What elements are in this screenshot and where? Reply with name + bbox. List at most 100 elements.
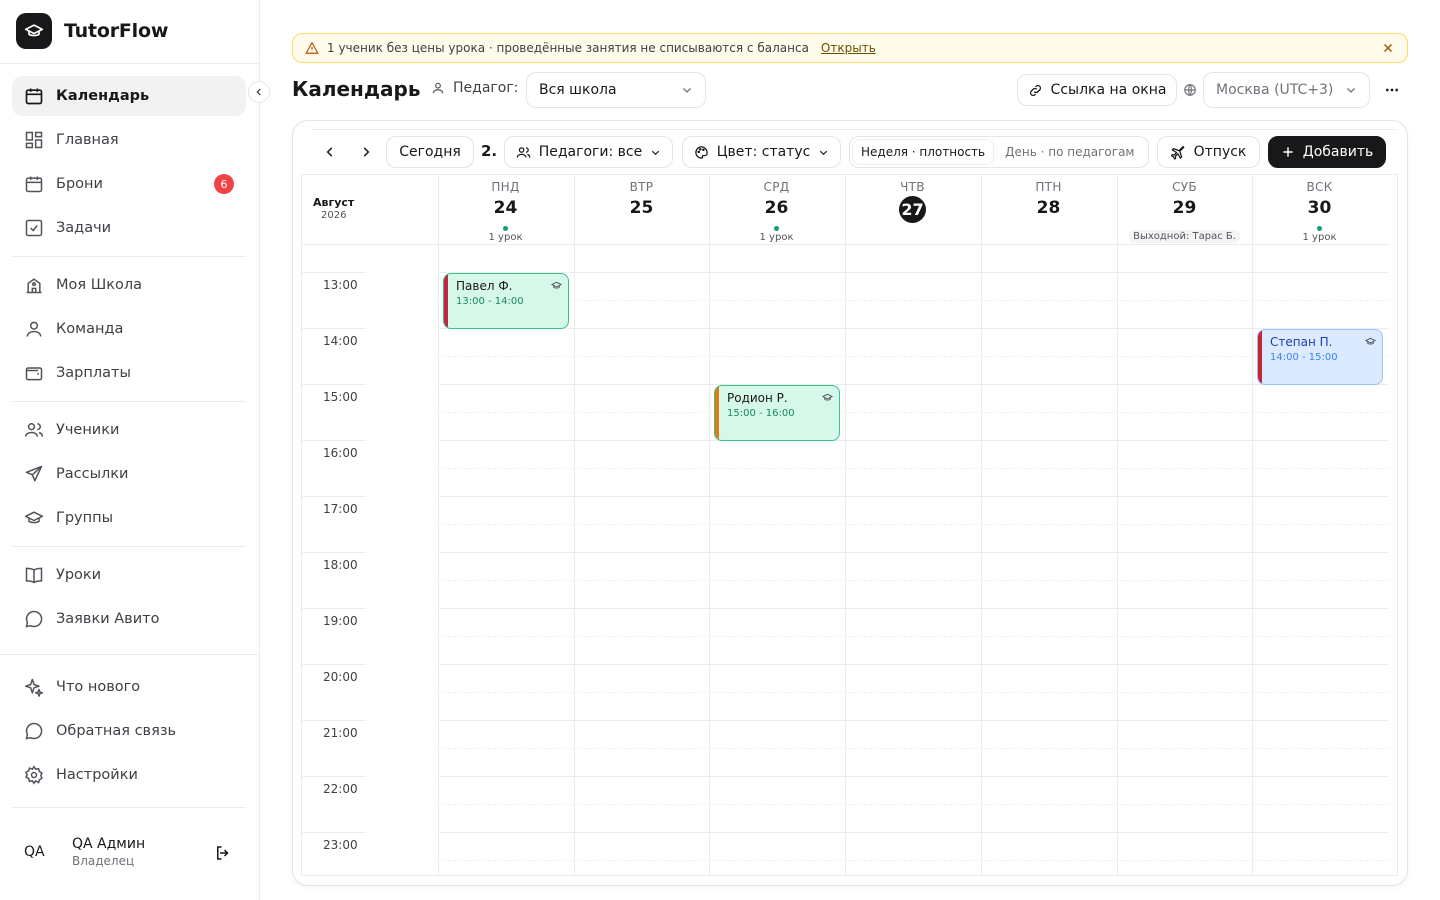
- avatar: QA: [24, 844, 45, 860]
- hour-label: 17:00: [323, 502, 358, 516]
- lesson-event[interactable]: Степан П. 14:00 - 15:00: [1257, 329, 1383, 385]
- vacation-button[interactable]: Отпуск: [1157, 136, 1260, 168]
- today-button[interactable]: Сегодня: [386, 136, 474, 168]
- user-name: QA Админ: [72, 836, 146, 852]
- logout-icon[interactable]: [214, 844, 232, 862]
- day-number-wrap: 24: [438, 196, 573, 224]
- day-header[interactable]: СРД 26 1 урок: [709, 174, 844, 243]
- view-day-by-teacher[interactable]: День · по педагогам: [997, 140, 1142, 164]
- month-label: Август: [313, 196, 355, 209]
- color-filter-label: Цвет: статус: [716, 144, 811, 160]
- sidebar-item-groups[interactable]: Группы: [12, 498, 246, 538]
- grid-line: [301, 328, 366, 329]
- lessons-count: 1 урок: [759, 232, 794, 243]
- hour-label: 19:00: [323, 614, 358, 628]
- warning-icon: [305, 41, 319, 54]
- sidebar-item-mailings[interactable]: Рассылки: [12, 454, 246, 494]
- vacation-label: Отпуск: [1193, 144, 1247, 160]
- grid-half-line: [438, 748, 1388, 749]
- teachers-filter-button[interactable]: Педагоги: все: [504, 136, 673, 168]
- day-header[interactable]: СУБ 29 Выходной: Тарас Б.: [1117, 174, 1252, 243]
- grid-line: [438, 328, 1388, 329]
- grid-half-line: [438, 860, 1388, 861]
- grid-line: [301, 496, 366, 497]
- sidebar-item-students[interactable]: Ученики: [12, 410, 246, 450]
- day-header[interactable]: ПНД 24 1 урок: [438, 174, 573, 243]
- add-button[interactable]: Добавить: [1268, 136, 1386, 168]
- day-number: 30: [1307, 198, 1332, 218]
- collapse-sidebar-button[interactable]: [248, 81, 270, 103]
- grid-line: [1252, 174, 1253, 876]
- day-header[interactable]: ВСК 30 1 урок: [1252, 174, 1387, 243]
- booking-link-label: Ссылка на окна: [1050, 82, 1167, 98]
- sidebar-item-label: Брони: [56, 176, 103, 192]
- view-week-density[interactable]: Неделя · плотность: [853, 140, 994, 164]
- color-filter-button[interactable]: Цвет: статус: [682, 136, 841, 168]
- sidebar-item-lessons[interactable]: Уроки: [12, 555, 246, 595]
- day-header[interactable]: ВТР 25: [574, 174, 709, 224]
- grid-half-line: [438, 636, 1388, 637]
- grid-line: [301, 832, 366, 833]
- lesson-event[interactable]: Павел Ф. 13:00 - 14:00: [443, 273, 569, 329]
- sidebar-item-salaries[interactable]: Зарплаты: [12, 353, 246, 393]
- sidebar-item-team[interactable]: Команда: [12, 309, 246, 349]
- booking-link-button[interactable]: Ссылка на окна: [1017, 74, 1177, 106]
- brand[interactable]: TutorFlow: [16, 13, 168, 49]
- event-time: 15:00 - 16:00: [727, 408, 795, 419]
- sidebar-item-avito-requests[interactable]: Заявки Авито: [12, 599, 246, 639]
- banner-open-link[interactable]: Открыть: [821, 41, 876, 55]
- grid-line: [438, 720, 1388, 721]
- grid-half-line: [438, 300, 1388, 301]
- grid-line: [438, 496, 1388, 497]
- divider: [12, 807, 246, 808]
- sidebar-item-label: Календарь: [56, 88, 150, 104]
- grid-half-line: [438, 524, 1388, 525]
- sidebar-item-calendar[interactable]: Календарь: [12, 76, 246, 116]
- day-number: 28: [1036, 198, 1061, 218]
- view-mode-toggle: Неделя · плотность День · по педагогам: [849, 136, 1149, 168]
- teacher-select[interactable]: Вся школа: [526, 72, 706, 108]
- grid-line: [438, 664, 1388, 665]
- sidebar-item-school[interactable]: Моя Школа: [12, 265, 246, 305]
- close-icon[interactable]: [1381, 41, 1395, 55]
- grid-half-line: [438, 356, 1388, 357]
- sidebar-item-settings[interactable]: Настройки: [12, 755, 246, 795]
- teacher-label: Педагог:: [431, 80, 518, 96]
- lesson-event[interactable]: Родион Р. 15:00 - 16:00: [714, 385, 840, 441]
- today-number: 27: [899, 196, 926, 223]
- sidebar-item-whats-new[interactable]: Что нового: [12, 667, 246, 707]
- graduation-cap-icon: [822, 393, 833, 401]
- hour-label: 15:00: [323, 390, 358, 404]
- grid-half-line: [438, 412, 1388, 413]
- divider: [312, 129, 1397, 130]
- grid-half-line: [438, 804, 1388, 805]
- sidebar-item-tasks[interactable]: Задачи: [12, 208, 246, 248]
- sidebar-item-label: Группы: [56, 510, 114, 526]
- brand-name: TutorFlow: [64, 20, 169, 42]
- week-number: 2.: [481, 142, 498, 160]
- graduation-cap-icon: [551, 281, 562, 289]
- add-label: Добавить: [1302, 144, 1374, 160]
- send-icon: [25, 465, 43, 482]
- chevron-left-icon: [326, 147, 333, 157]
- sidebar-item-feedback[interactable]: Обратная связь: [12, 711, 246, 751]
- chevron-left-icon: [256, 88, 261, 96]
- day-header[interactable]: ПТН 28: [981, 174, 1116, 224]
- day-of-week: ЧТВ: [900, 180, 925, 194]
- next-week-button[interactable]: [352, 138, 380, 166]
- sidebar-item-home[interactable]: Главная: [12, 120, 246, 160]
- user-profile[interactable]: QA QA Админ Владелец: [24, 836, 145, 868]
- prev-week-button[interactable]: [316, 138, 344, 166]
- sidebar-item-bookings[interactable]: Брони 6: [12, 164, 246, 204]
- day-header[interactable]: ЧТВ 27: [845, 174, 980, 223]
- hour-label: 23:00: [323, 838, 358, 852]
- more-options-button[interactable]: [1378, 76, 1406, 104]
- timezone-select[interactable]: Москва (UTC+3): [1203, 72, 1370, 108]
- lessons-dot: [503, 226, 508, 231]
- grid-line: [301, 720, 366, 721]
- teacher-select-value: Вся школа: [539, 82, 617, 98]
- dashboard-icon: [25, 131, 43, 149]
- chevron-down-icon: [1347, 88, 1355, 93]
- grid-line: [438, 832, 1388, 833]
- banner-text: 1 ученик без цены урока · проведённые за…: [327, 41, 809, 55]
